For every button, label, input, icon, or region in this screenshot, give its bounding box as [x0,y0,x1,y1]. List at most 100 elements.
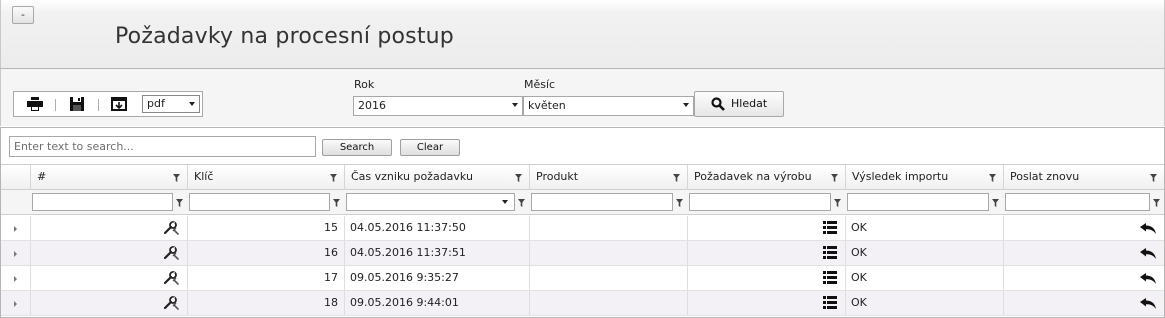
funnel-icon[interactable] [831,174,838,182]
table-row[interactable]: 15 04.05.2016 11:37:50 OK [1,216,1164,241]
cell-pozadavek [687,241,845,265]
wrench-icon[interactable] [163,296,179,310]
cell-hash [30,216,187,240]
cell-vysledek: OK [845,216,1003,240]
year-select[interactable]: 2016 [353,96,523,116]
cell-klic: 15 [187,216,344,240]
header-col-cas[interactable]: Čas vzniku požadavku [344,165,529,190]
wrench-icon[interactable] [163,246,179,260]
filter-input-col-hash[interactable] [32,193,173,211]
header-col-produkt[interactable]: Produkt [529,165,687,190]
page-title: Požadavky na procesní postup [115,24,454,49]
page-header: - Požadavky na procesní postup [0,0,1165,68]
grid-clear-button[interactable]: Clear [400,139,460,156]
cell-hash [30,241,187,265]
funnel-icon[interactable] [1150,174,1157,182]
funnel-icon[interactable] [330,174,337,182]
table-row[interactable]: 18 09.05.2016 9:44:01 OK [1,291,1164,316]
list-icon[interactable] [823,271,837,285]
header-col-vysledek[interactable]: Výsledek importu [845,165,1003,190]
cell-cas: 09.05.2016 9:35:27 [344,266,529,290]
funnel-icon[interactable] [518,199,525,207]
expand-row-icon[interactable] [14,251,17,257]
export-toolbar: pdf [13,91,203,117]
requests-grid: Enter text to search... Search Clear # K… [0,127,1165,318]
printer-icon[interactable] [27,97,43,111]
list-icon[interactable] [823,221,837,235]
export-window-icon[interactable] [111,97,127,111]
funnel-icon[interactable] [515,174,522,182]
filter-input-col-cas[interactable] [346,193,515,211]
cell-produkt [529,291,687,315]
filter-input-col-produkt[interactable] [531,193,673,211]
filter-input-col-klic[interactable] [189,193,330,211]
header-label: Poslat znovu [1010,170,1080,183]
cell-poslat [1003,291,1164,315]
grid-search-input[interactable]: Enter text to search... [9,136,316,157]
expand-row-icon[interactable] [14,276,17,282]
format-select[interactable]: pdf [142,95,200,113]
header-label: Produkt [536,170,579,183]
funnel-icon[interactable] [673,174,680,182]
reply-arrow-icon[interactable] [1140,247,1156,261]
table-row[interactable]: 16 04.05.2016 11:37:51 OK [1,241,1164,266]
header-label: Klíč [194,170,214,183]
cell-vysledek: OK [845,266,1003,290]
funnel-icon[interactable] [989,174,996,182]
year-select-value: 2016 [358,99,386,112]
cell-poslat [1003,216,1164,240]
year-label: Rok [354,78,375,91]
funnel-icon[interactable] [176,199,183,207]
wrench-icon[interactable] [163,271,179,285]
month-select[interactable]: květen [523,96,694,116]
magnifier-icon [711,97,725,111]
cell-vysledek: OK [845,291,1003,315]
table-row[interactable]: 17 09.05.2016 9:35:27 OK [1,266,1164,291]
toolbar-separator [55,99,56,111]
grid-search-button[interactable]: Search [322,139,392,156]
chevron-down-icon[interactable] [502,200,508,204]
cell-klic: 17 [187,266,344,290]
filter-bar: pdf Rok 2016 Měsíc květen Hledat [0,68,1165,126]
header-col-pozadavek[interactable]: Požadavek na výrobu [687,165,845,190]
expand-row-icon[interactable] [14,226,17,232]
cell-klic: 18 [187,291,344,315]
list-icon[interactable] [823,296,837,310]
header-label: Čas vzniku požadavku [351,170,473,183]
floppy-disk-icon[interactable] [69,97,85,111]
reply-arrow-icon[interactable] [1140,297,1156,311]
cell-hash [30,266,187,290]
reply-arrow-icon[interactable] [1140,222,1156,236]
chevron-down-icon [512,103,518,107]
header-col-poslat[interactable]: Poslat znovu [1003,165,1164,190]
funnel-icon[interactable] [834,199,841,207]
cell-produkt [529,241,687,265]
wrench-icon[interactable] [163,221,179,235]
filter-input-col-poslat[interactable] [1005,193,1150,211]
filter-input-col-vysledek[interactable] [847,193,989,211]
header-col-klic[interactable]: Klíč [187,165,344,190]
funnel-icon[interactable] [173,174,180,182]
funnel-icon[interactable] [676,199,683,207]
cell-pozadavek [687,266,845,290]
cell-klic: 16 [187,241,344,265]
header-shine [1,0,1164,14]
cell-cas: 04.05.2016 11:37:50 [344,216,529,240]
grid-filter-row [1,190,1164,215]
header-col-hash[interactable]: # [30,165,187,190]
funnel-icon[interactable] [333,199,340,207]
chevron-down-icon [683,103,689,107]
funnel-icon[interactable] [992,199,999,207]
filter-input-col-pozadavek[interactable] [689,193,831,211]
hledat-button-label: Hledat [731,97,768,110]
list-icon[interactable] [823,246,837,260]
funnel-icon[interactable] [1153,199,1160,207]
hledat-button[interactable]: Hledat [694,91,784,117]
month-label: Měsíc [524,78,556,91]
cell-vysledek: OK [845,241,1003,265]
collapse-button[interactable]: - [12,6,34,24]
reply-arrow-icon[interactable] [1140,272,1156,286]
expand-row-icon[interactable] [14,301,17,307]
header-label: Výsledek importu [852,170,949,183]
cell-produkt [529,216,687,240]
